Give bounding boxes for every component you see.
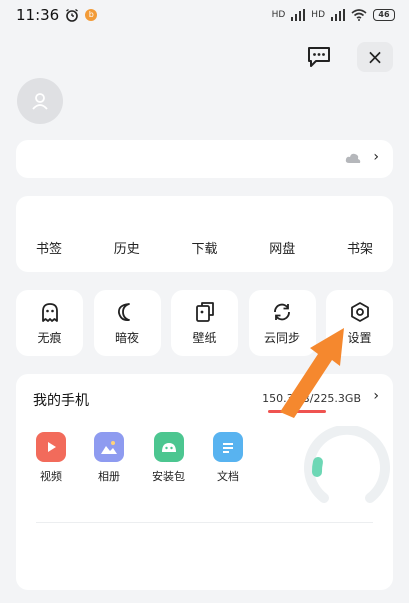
signal-hd-2: HD — [311, 10, 325, 20]
app-documents[interactable]: 文档 — [213, 432, 243, 484]
chevron-right-icon[interactable]: › — [373, 388, 379, 404]
app-apk[interactable]: 安装包 — [152, 432, 185, 484]
storage-ring-chart — [304, 426, 390, 503]
shortcut-history[interactable]: 历史 — [114, 238, 140, 272]
divider — [36, 522, 373, 523]
app-video[interactable]: 视频 — [36, 432, 66, 484]
moon-icon — [118, 302, 130, 321]
pointer-arrow-icon — [280, 328, 344, 418]
wallpaper-icon — [195, 301, 214, 322]
user-icon — [32, 93, 48, 110]
shortcut-bookmarks[interactable]: 书签 — [36, 238, 62, 272]
android-icon — [153, 432, 184, 462]
tool-wallpaper[interactable]: 壁纸 — [171, 290, 238, 356]
app-label: 安装包 — [152, 470, 185, 483]
tool-label: 设置 — [347, 330, 372, 345]
message-button[interactable] — [301, 42, 337, 72]
close-button[interactable]: × — [357, 42, 393, 72]
video-icon — [36, 432, 66, 462]
chevron-right-icon: › — [373, 149, 379, 165]
notification-app-icon: b — [85, 9, 98, 21]
signal-icon — [291, 9, 306, 21]
top-actions: × — [301, 42, 393, 72]
app-label: 视频 — [40, 470, 62, 483]
signal-hd-1: HD — [271, 10, 286, 20]
tool-label: 壁纸 — [192, 330, 217, 345]
tool-night-mode[interactable]: 暗夜 — [93, 290, 161, 356]
shortcut-bar: 书签 历史 下载 网盘 书架 — [16, 196, 393, 272]
tool-label: 无痕 — [37, 330, 62, 345]
cloud-icon — [345, 153, 361, 163]
battery-icon: 46 — [373, 9, 395, 21]
avatar[interactable] — [17, 78, 63, 124]
shortcut-bookshelf[interactable]: 书架 — [347, 238, 373, 272]
settings-icon — [350, 301, 369, 322]
phone-apps: 视频 相册 安装包 文档 — [36, 432, 243, 484]
gallery-icon — [94, 432, 124, 462]
app-label: 相册 — [98, 470, 120, 483]
shortcut-cloud-drive[interactable]: 网盘 — [269, 238, 295, 272]
status-bar: 11:36 b HD HD 46 — [0, 0, 409, 30]
app-gallery[interactable]: 相册 — [94, 432, 124, 484]
alarm-icon — [66, 8, 79, 22]
wifi-icon — [351, 9, 367, 21]
status-time: 11:36 — [16, 6, 60, 24]
shortcut-downloads[interactable]: 下载 — [191, 238, 217, 272]
ghost-icon — [41, 302, 58, 322]
message-icon — [308, 47, 330, 67]
close-icon: × — [366, 45, 384, 69]
app-label: 文档 — [217, 470, 239, 483]
tool-incognito[interactable]: 无痕 — [16, 290, 83, 356]
account-sync-card[interactable]: › — [16, 140, 393, 178]
tool-label: 暗夜 — [114, 330, 139, 345]
document-icon — [213, 432, 243, 462]
signal-icon-2 — [331, 9, 345, 21]
my-phone-title: 我的手机 — [33, 393, 89, 409]
